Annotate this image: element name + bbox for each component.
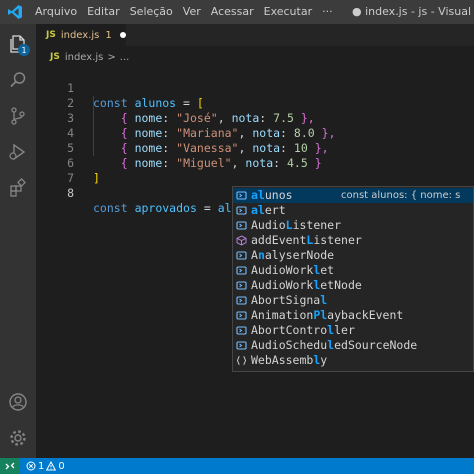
suggestion-label: AudioWorkletNode	[251, 278, 362, 292]
menu-more[interactable]: ···	[317, 0, 338, 24]
search-icon[interactable]	[0, 62, 36, 98]
suggestion-item[interactable]: AbortController	[233, 323, 473, 338]
source-control-icon[interactable]	[0, 98, 36, 134]
menu-acessar[interactable]: Acessar	[206, 0, 259, 24]
variable-icon	[236, 220, 247, 231]
suggestion-item[interactable]: AbortSignal	[233, 293, 473, 308]
suggestion-item[interactable]: alunos const alunos: { nome: s	[233, 188, 473, 203]
tab-index-js[interactable]: JS index.js 1	[36, 24, 126, 46]
suggestion-label: alunos	[251, 188, 293, 202]
explorer-icon[interactable]: 1	[0, 26, 36, 62]
breadcrumb-symbols[interactable]: ...	[120, 52, 130, 63]
code-line: 3 { nome: "Mariana", nota: 8.0 },	[36, 96, 335, 140]
variable-icon	[236, 250, 247, 261]
error-icon	[26, 461, 36, 471]
remote-indicator-icon[interactable]	[0, 458, 20, 474]
suggestion-item[interactable]: alert	[233, 203, 473, 218]
explorer-badge: 1	[18, 44, 30, 56]
code-line: 2 { nome: "José", nota: 7.5 },	[36, 81, 315, 125]
error-count: 1	[38, 460, 45, 472]
menu-editar[interactable]: Editar	[82, 0, 125, 24]
suggestion-label: AnalyserNode	[251, 248, 335, 262]
variable-icon	[236, 265, 247, 276]
menu-arquivo[interactable]: Arquivo	[30, 0, 82, 24]
suggestion-label: addEventListener	[251, 233, 362, 247]
javascript-file-icon: JS	[46, 30, 56, 40]
unsaved-dot-icon[interactable]	[119, 32, 126, 38]
extensions-icon[interactable]	[0, 170, 36, 206]
menu-selecao[interactable]: Seleção	[125, 0, 178, 24]
suggestion-label: AudioWorklet	[251, 263, 335, 277]
variable-icon	[236, 205, 247, 216]
javascript-file-icon: JS	[50, 52, 60, 62]
menu-ver[interactable]: Ver	[178, 0, 206, 24]
code-line: 6 ]	[36, 141, 100, 185]
code-line: 1 const alunos = [	[36, 66, 204, 110]
menu-executar[interactable]: Executar	[259, 0, 318, 24]
suggestion-label: AudioScheduledSourceNode	[251, 338, 418, 352]
suggestion-item[interactable]: AudioListener	[233, 218, 473, 233]
suggestion-item[interactable]: AudioWorkletNode	[233, 278, 473, 293]
tab-bar: JS index.js 1	[36, 24, 474, 46]
tab-problem-count: 1	[105, 29, 112, 41]
suggestion-label: AudioListener	[251, 218, 342, 232]
suggestion-item[interactable]: addEventListener	[233, 233, 473, 248]
breadcrumb-file[interactable]: index.js	[65, 52, 104, 63]
status-bar: 1 0	[0, 458, 474, 474]
method-icon	[236, 235, 247, 246]
suggestion-item[interactable]: AnalyserNode	[233, 248, 473, 263]
vscode-logo-icon	[0, 0, 30, 24]
window-title: ● index.js - js - Visual Studio C	[352, 5, 474, 18]
run-debug-icon[interactable]	[0, 134, 36, 170]
module-icon	[236, 355, 247, 366]
warning-icon	[46, 461, 57, 471]
suggestion-item[interactable]: AudioWorklet	[233, 263, 473, 278]
variable-icon	[236, 325, 247, 336]
variable-icon	[236, 310, 247, 321]
tab-label: index.js	[60, 29, 100, 41]
suggestion-item[interactable]: AnimationPlaybackEvent	[233, 308, 473, 323]
suggestion-item[interactable]: AudioScheduledSourceNode	[233, 338, 473, 353]
title-bar: Arquivo Editar Seleção Ver Acessar Execu…	[0, 0, 474, 24]
settings-gear-icon[interactable]	[0, 420, 36, 456]
breadcrumb-separator: >	[107, 51, 116, 63]
variable-icon	[236, 190, 247, 201]
activity-bar: 1	[0, 24, 36, 458]
code-line-active: 8 const aprovados = al	[36, 171, 233, 216]
suggestion-label: alert	[251, 203, 286, 217]
variable-icon	[236, 340, 247, 351]
code-line: 7	[36, 156, 74, 185]
code-line: 4 { nome: "Vanessa", nota: 10 },	[36, 111, 329, 155]
suggestion-label: AbortSignal	[251, 293, 328, 307]
problems-indicator[interactable]: 1 0	[20, 461, 67, 472]
line-number: 8	[67, 186, 74, 200]
account-icon[interactable]	[0, 384, 36, 420]
warning-count: 0	[58, 460, 65, 472]
suggestion-label: WebAssembly	[251, 353, 328, 367]
suggestion-detail: const alunos: { nome: s	[341, 190, 461, 201]
code-line: 5 { nome: "Miguel", nota: 4.5 }	[36, 126, 322, 170]
variable-icon	[236, 280, 247, 291]
suggestion-item[interactable]: WebAssembly	[233, 353, 473, 368]
breadcrumb: JS index.js > ...	[36, 47, 129, 67]
variable-icon	[236, 295, 247, 306]
suggestion-label: AnimationPlaybackEvent	[251, 308, 404, 322]
suggestion-label: AbortController	[251, 323, 355, 337]
suggest-widget[interactable]: alunos const alunos: { nome: s alert AudioL…	[232, 186, 474, 372]
